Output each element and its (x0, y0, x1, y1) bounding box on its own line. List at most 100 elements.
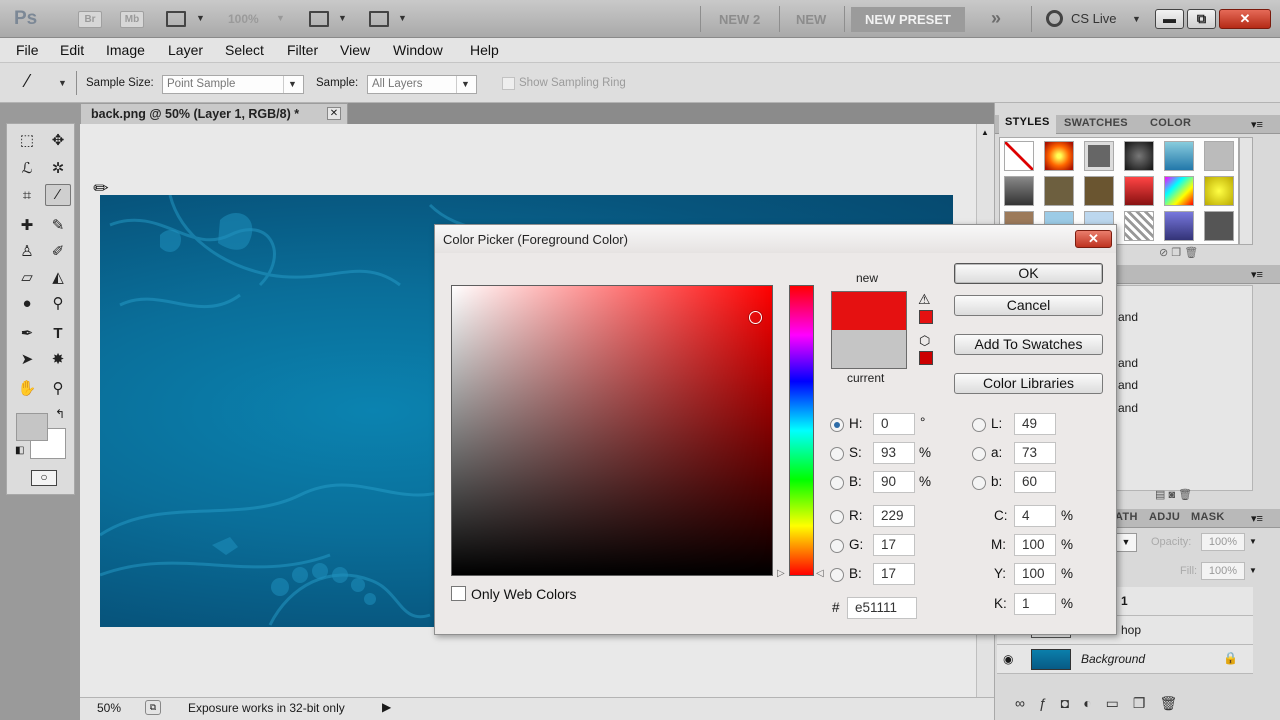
style-swatch[interactable] (1204, 141, 1234, 171)
restore-button[interactable]: ⧉ (1187, 9, 1216, 29)
red-radio[interactable] (830, 510, 844, 524)
menu-help[interactable]: Help (470, 42, 499, 58)
swap-colors-icon[interactable]: ↰ (55, 407, 65, 421)
opacity-input[interactable]: 100% (1201, 533, 1245, 551)
path-selection-tool-icon[interactable]: ➤ (14, 349, 40, 371)
hue-slider[interactable] (789, 285, 814, 576)
zoom-level-menu[interactable]: 100% (228, 12, 259, 26)
style-swatch[interactable] (1164, 176, 1194, 206)
pen-tool-icon[interactable]: ✒ (14, 323, 40, 345)
brush-tool-icon[interactable]: ✎ (45, 215, 71, 237)
menu-image[interactable]: Image (106, 42, 145, 58)
channel-row-label[interactable]: and (1118, 356, 1138, 370)
delete-style-icon[interactable]: ⊘ ❐ 🗑 (1159, 246, 1198, 259)
dialog-close-button[interactable]: ✕ (1075, 230, 1112, 248)
green-input[interactable]: 17 (873, 534, 915, 556)
workspace-new-2[interactable]: NEW 2 (719, 12, 760, 27)
arrange-documents-icon[interactable] (309, 11, 329, 27)
lab-l-radio[interactable] (972, 418, 986, 432)
status-menu-arrow-icon[interactable]: ▶ (382, 700, 391, 714)
minimize-button[interactable]: ▬ (1155, 9, 1184, 29)
lab-a-radio[interactable] (972, 447, 986, 461)
chevron-down-icon[interactable]: ▼ (338, 13, 347, 23)
hue-input[interactable]: 0 (873, 413, 915, 435)
chevron-down-icon[interactable]: ▼ (1249, 537, 1257, 546)
workspace-new[interactable]: NEW (796, 12, 826, 27)
blue-radio[interactable] (830, 568, 844, 582)
styles-scrollbar[interactable] (1239, 137, 1253, 245)
menu-filter[interactable]: Filter (287, 42, 318, 58)
healing-brush-tool-icon[interactable]: ✚ (14, 215, 40, 237)
lasso-tool-icon[interactable]: ℒ (14, 158, 40, 180)
ok-button[interactable]: OK (954, 263, 1103, 284)
hue-radio[interactable] (830, 418, 844, 432)
panel-menu-icon[interactable]: ▾≡ (1251, 268, 1263, 281)
custom-shape-tool-icon[interactable]: ✸ (45, 349, 71, 371)
workspace-new-preset[interactable]: NEW PRESET (851, 7, 965, 32)
chevron-down-icon[interactable]: ▼ (58, 78, 67, 88)
paint-bucket-tool-icon[interactable]: ◭ (45, 267, 71, 289)
red-input[interactable]: 229 (873, 505, 915, 527)
eye-icon[interactable]: ◉ (1003, 652, 1013, 666)
color-field-picker-ring[interactable] (749, 311, 762, 324)
zoom-field[interactable]: 50% (97, 701, 121, 715)
chevron-down-icon[interactable]: ▼ (1132, 14, 1141, 24)
eyedropper-tool-preset-icon[interactable]: ⁄ (26, 71, 29, 92)
quick-mask-icon[interactable]: ○ (31, 470, 57, 486)
saturation-input[interactable]: 93 (873, 442, 915, 464)
screen-mode-icon[interactable] (369, 11, 389, 27)
gamut-correction-swatch[interactable] (919, 310, 933, 324)
chevron-down-icon[interactable]: ▼ (196, 13, 205, 23)
menu-layer[interactable]: Layer (168, 42, 203, 58)
green-radio[interactable] (830, 539, 844, 553)
tab-masks[interactable]: MASK (1191, 511, 1225, 523)
style-none[interactable] (1004, 141, 1034, 171)
blend-mode-dropdown[interactable]: ▼ (1115, 533, 1137, 552)
tab-swatches[interactable]: SWATCHES (1064, 117, 1128, 129)
close-icon[interactable]: ✕ (327, 107, 341, 120)
style-swatch[interactable] (1164, 211, 1194, 241)
history-brush-tool-icon[interactable]: ✐ (45, 241, 71, 263)
eraser-tool-icon[interactable]: ▱ (14, 267, 40, 289)
hand-tool-icon[interactable]: ✋ (14, 378, 40, 400)
panel-menu-icon[interactable]: ▾≡ (1251, 512, 1263, 525)
channel-row-label[interactable]: and (1118, 378, 1138, 392)
menu-file[interactable]: File (16, 42, 39, 58)
lab-a-input[interactable]: 73 (1014, 442, 1056, 464)
cyan-input[interactable]: 4 (1014, 505, 1056, 527)
blue-input[interactable]: 17 (873, 563, 915, 585)
status-info-icon[interactable]: ⧉ (145, 700, 161, 715)
fill-input[interactable]: 100% (1201, 562, 1245, 580)
eyedropper-tool-icon[interactable]: ⁄ (45, 184, 71, 206)
style-swatch[interactable] (1004, 176, 1034, 206)
view-extras-icon[interactable] (166, 11, 186, 27)
mini-bridge-button[interactable]: Mb (120, 11, 144, 28)
bridge-button[interactable]: Br (78, 11, 102, 28)
style-swatch[interactable] (1124, 176, 1154, 206)
style-swatch[interactable] (1044, 176, 1074, 206)
style-swatch[interactable] (1084, 176, 1114, 206)
channel-row-label[interactable]: and (1118, 401, 1138, 415)
style-swatch[interactable] (1084, 141, 1114, 171)
foreground-color-swatch[interactable] (16, 413, 48, 441)
brightness-input[interactable]: 90 (873, 471, 915, 493)
more-workspaces-icon[interactable]: » (991, 8, 1001, 29)
layer-actions-icons[interactable]: ∞ƒ◘◐▭❐🗑 (1015, 695, 1191, 712)
tab-adjustments[interactable]: ADJU (1149, 511, 1180, 523)
cs-live-menu[interactable]: CS Live (1046, 10, 1117, 27)
lab-b-input[interactable]: 60 (1014, 471, 1056, 493)
marquee-tool-icon[interactable]: ⬚ (14, 130, 40, 152)
chevron-down-icon[interactable]: ▼ (1249, 566, 1257, 575)
tab-styles[interactable]: STYLES (999, 114, 1056, 134)
close-button[interactable]: ✕ (1219, 9, 1271, 29)
menu-window[interactable]: Window (393, 42, 443, 58)
channel-actions-icon[interactable]: ▤ ◙ 🗑 (1155, 488, 1192, 501)
crop-tool-icon[interactable]: ⌗ (14, 185, 40, 207)
zoom-tool-icon[interactable]: ⚲ (45, 378, 71, 400)
move-tool-icon[interactable]: ✥ (45, 130, 71, 152)
channel-row-label[interactable]: and (1118, 310, 1138, 324)
default-colors-icon[interactable]: ◧ (15, 445, 24, 456)
sample-select[interactable]: All Layers ▼ (367, 75, 477, 94)
lab-b-radio[interactable] (972, 476, 986, 490)
cancel-button[interactable]: Cancel (954, 295, 1103, 316)
